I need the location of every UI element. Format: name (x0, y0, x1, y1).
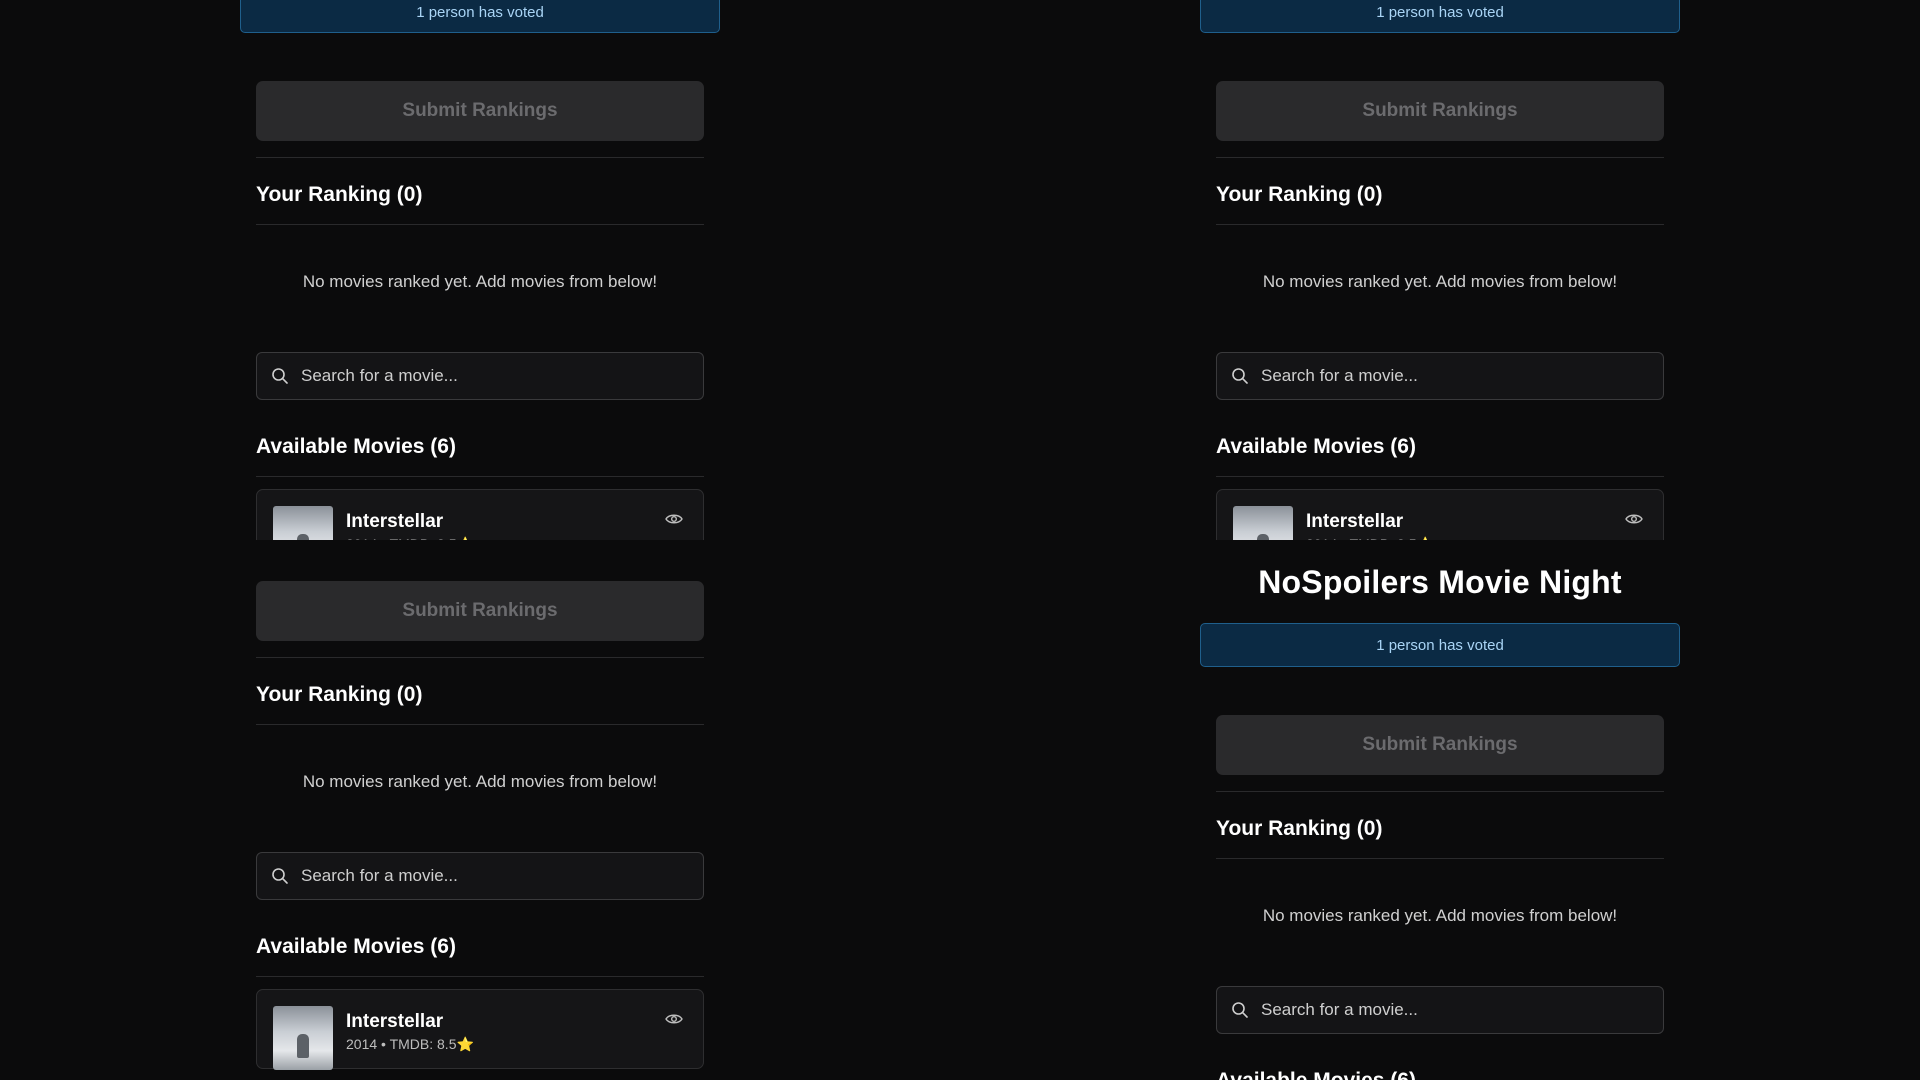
available-movies-title: Available Movies (6) (1216, 435, 1416, 458)
available-movies-title: Available Movies (6) (256, 935, 456, 958)
available-movies-section: Available Movies (6) (1216, 1070, 1664, 1080)
available-movies-title: Available Movies (6) (1216, 1069, 1416, 1080)
voting-panel: 1 person has voted Submit Rankings Your … (1200, 0, 1680, 540)
search-box[interactable] (256, 352, 704, 400)
movie-title: Interstellar (346, 1011, 444, 1032)
movie-poster (1233, 506, 1293, 540)
search-icon (1232, 368, 1248, 384)
movie-poster (273, 1006, 333, 1070)
viewport-bottom-right: NoSpoilers Movie Night 1 person has vote… (960, 540, 1920, 1080)
eye-icon[interactable] (1625, 512, 1643, 526)
movie-card[interactable]: Interstellar 2014 • TMDB: 8.5⭐ (1216, 489, 1664, 540)
your-ranking-section: Your Ranking (0) (256, 184, 704, 225)
divider (256, 476, 704, 477)
empty-ranking-message: No movies ranked yet. Add movies from be… (1262, 272, 1618, 291)
your-ranking-title: Your Ranking (0) (1216, 817, 1383, 840)
divider (256, 724, 704, 725)
viewport-bottom-left: Submit Rankings Your Ranking (0) No movi… (0, 540, 960, 1080)
available-movies-section: Available Movies (6) (1216, 436, 1664, 477)
divider (256, 657, 704, 658)
movie-poster (273, 506, 333, 540)
voting-panel: NoSpoilers Movie Night 1 person has vote… (1200, 564, 1680, 1080)
empty-ranking-message: No movies ranked yet. Add movies from be… (302, 272, 658, 291)
search-input[interactable] (301, 366, 689, 386)
voted-text: 1 person has voted (1376, 4, 1504, 21)
movie-card[interactable]: Interstellar 2014 • TMDB: 8.5⭐ (256, 989, 704, 1070)
available-movies-title: Available Movies (6) (256, 435, 456, 458)
your-ranking-title: Your Ranking (0) (256, 683, 423, 706)
submit-rankings-button[interactable]: Submit Rankings (256, 581, 704, 641)
empty-ranking-message: No movies ranked yet. Add movies from be… (302, 772, 658, 791)
divider (1216, 224, 1664, 225)
search-input[interactable] (1261, 1000, 1649, 1020)
viewport-top-left: 1 person has voted Submit Rankings Your … (0, 0, 960, 540)
divider (1216, 157, 1664, 158)
voting-panel: 1 person has voted Submit Rankings Your … (240, 0, 720, 540)
empty-ranking-message: No movies ranked yet. Add movies from be… (1262, 906, 1618, 925)
movie-title: Interstellar (1306, 511, 1404, 532)
viewport-top-right: 1 person has voted Submit Rankings Your … (960, 0, 1920, 540)
voted-text: 1 person has voted (416, 4, 544, 21)
available-movies-section: Available Movies (6) (256, 436, 704, 477)
voted-banner: 1 person has voted (240, 0, 720, 33)
search-input[interactable] (301, 866, 689, 886)
submit-rankings-button[interactable]: Submit Rankings (1216, 81, 1664, 141)
your-ranking-title: Your Ranking (0) (256, 183, 423, 206)
movie-meta: 2014 • TMDB: 8.5⭐ (346, 1036, 474, 1052)
search-icon (1232, 1002, 1248, 1018)
divider (1216, 476, 1664, 477)
submit-rankings-button[interactable]: Submit Rankings (256, 81, 704, 141)
divider (1216, 858, 1664, 859)
eye-icon[interactable] (665, 1012, 683, 1026)
search-icon (272, 868, 288, 884)
search-box[interactable] (256, 852, 704, 900)
voted-banner: 1 person has voted (1200, 0, 1680, 33)
divider (1216, 791, 1664, 792)
divider (256, 157, 704, 158)
submit-rankings-button[interactable]: Submit Rankings (1216, 715, 1664, 775)
search-input[interactable] (1261, 366, 1649, 386)
your-ranking-section: Your Ranking (0) (1216, 818, 1664, 859)
movie-title: Interstellar (346, 511, 444, 532)
voting-panel: Submit Rankings Your Ranking (0) No movi… (240, 540, 720, 1070)
available-movies-section: Available Movies (6) (256, 936, 704, 977)
eye-icon[interactable] (665, 512, 683, 526)
search-box[interactable] (1216, 986, 1664, 1034)
search-box[interactable] (1216, 352, 1664, 400)
movie-card[interactable]: Interstellar 2014 • TMDB: 8.5⭐ (256, 489, 704, 540)
voted-banner: 1 person has voted (1200, 623, 1680, 667)
voted-text: 1 person has voted (1376, 636, 1504, 654)
search-icon (272, 368, 288, 384)
page-title: NoSpoilers Movie Night (1258, 564, 1622, 600)
divider (256, 224, 704, 225)
your-ranking-section: Your Ranking (0) (256, 684, 704, 725)
your-ranking-section: Your Ranking (0) (1216, 184, 1664, 225)
your-ranking-title: Your Ranking (0) (1216, 183, 1383, 206)
divider (256, 976, 704, 977)
